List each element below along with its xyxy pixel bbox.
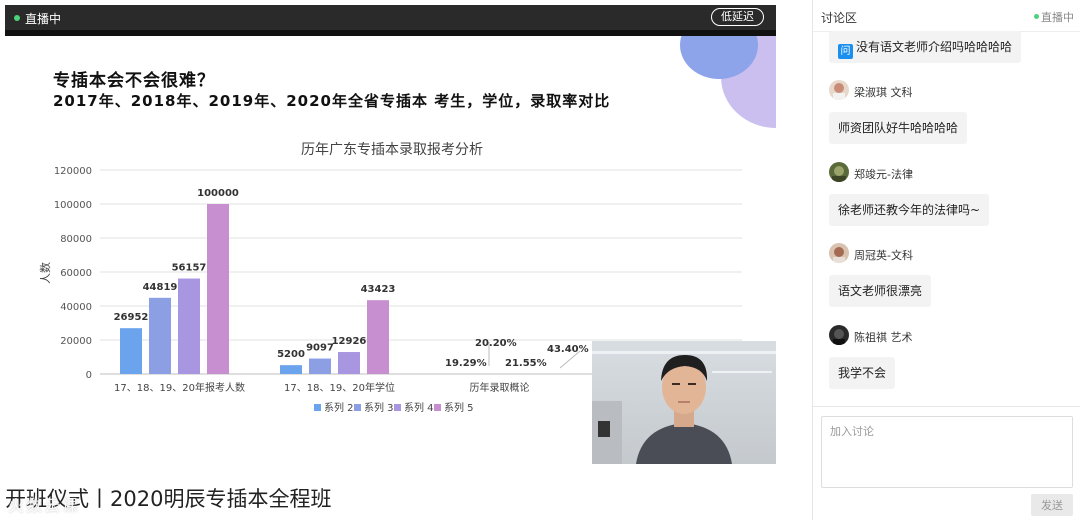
user-name: 周冠英-文科 xyxy=(854,249,913,262)
legend-label: 系列 5 xyxy=(444,401,474,414)
bar xyxy=(338,352,360,374)
message-text: 没有语文老师介绍吗哈哈哈哈 xyxy=(856,40,1013,54)
question-message: 问没有语文老师介绍吗哈哈哈哈 xyxy=(829,31,1022,63)
y-axis-ticks: 0 20000 40000 60000 80000 100000 120000 xyxy=(54,166,92,381)
bar-data-label: 9097 xyxy=(306,343,334,354)
bar xyxy=(367,300,389,374)
avatar xyxy=(829,162,849,182)
y-tick-label: 20000 xyxy=(60,336,92,347)
legend-label: 系列 2 xyxy=(324,401,354,414)
input-divider xyxy=(813,406,1080,407)
chat-message: 我学不会 xyxy=(829,357,896,389)
teacher-camera-feed xyxy=(592,341,776,464)
legend-swatch xyxy=(314,404,321,411)
y-tick-label: 40000 xyxy=(60,302,92,313)
low-latency-button[interactable]: 低延迟 xyxy=(711,8,764,26)
live-classroom-window: 直播中 低延迟 专插本会不会很难？ 2017年、2018年、2019年、2020… xyxy=(0,0,1080,520)
y-axis-label: 人数 xyxy=(39,262,52,284)
x-category-label: 17、18、19、20年学位 xyxy=(284,381,395,394)
user-name: 梁淑琪 文科 xyxy=(854,86,913,99)
y-tick-label: 80000 xyxy=(60,234,92,245)
y-tick-label: 0 xyxy=(86,370,92,381)
message-text: 徐老师还教今年的法律吗~ xyxy=(838,203,981,217)
question-icon: 问 xyxy=(838,44,853,59)
live-topbar: 直播中 低延迟 xyxy=(5,5,776,30)
live-indicator-dot xyxy=(1034,14,1039,19)
chat-message: 语文老师很漂亮 xyxy=(829,275,932,307)
legend-label: 系列 3 xyxy=(364,401,394,414)
bar xyxy=(309,358,331,374)
send-button[interactable]: 发送 xyxy=(1031,494,1073,516)
avatar xyxy=(829,325,849,345)
bar xyxy=(149,297,171,374)
discussion-input[interactable] xyxy=(821,416,1073,488)
presentation-slide: 专插本会不会很难？ 2017年、2018年、2019年、2020年全省专插本 考… xyxy=(5,36,776,464)
legend-swatch xyxy=(394,404,401,411)
platform-watermark: 火数云课 xyxy=(8,496,81,515)
legend-swatch xyxy=(434,404,441,411)
rate-data-label: 20.20% xyxy=(475,338,517,349)
user-name: 陈祖祺 艺术 xyxy=(854,331,913,344)
x-category-label: 历年录取概论 xyxy=(470,381,530,394)
chat-message: 师资团队好牛哈哈哈哈 xyxy=(829,112,968,144)
chat-message: 徐老师还教今年的法律吗~ xyxy=(829,194,990,226)
rate-data-label: 19.29% xyxy=(445,358,487,369)
x-category-label: 17、18、19、20年报考人数 xyxy=(114,381,245,394)
discussion-title: 讨论区 xyxy=(821,11,858,25)
live-indicator-dot xyxy=(14,15,20,21)
legend-label: 系列 4 xyxy=(404,401,434,414)
live-stream-area: 直播中 低延迟 专插本会不会很难？ 2017年、2018年、2019年、2020… xyxy=(0,0,780,520)
bar xyxy=(120,328,142,374)
bar-data-label: 100000 xyxy=(197,188,239,199)
y-tick-label: 120000 xyxy=(54,166,92,177)
bar xyxy=(280,365,302,374)
avatar xyxy=(829,243,849,263)
y-tick-label: 100000 xyxy=(54,200,92,211)
bar xyxy=(178,278,200,374)
x-axis-labels: 17、18、19、20年报考人数 17、18、19、20年学位 历年录取概论 xyxy=(114,381,529,394)
bar-data-label: 44819 xyxy=(143,282,178,293)
teacher-video-image xyxy=(592,341,776,464)
chart-title: 历年广东专插本录取报考分析 xyxy=(301,142,483,158)
message-text: 师资团队好牛哈哈哈哈 xyxy=(838,121,959,135)
bar-data-label: 5200 xyxy=(277,349,305,360)
bar-data-label: 56157 xyxy=(172,263,207,274)
discussion-header: 讨论区 直播中 xyxy=(813,0,1080,32)
bar-data-label: 43423 xyxy=(361,284,396,295)
live-status-text: 直播中 xyxy=(25,12,62,26)
user-name: 郑竣元-法律 xyxy=(854,168,913,181)
bar xyxy=(207,204,229,374)
avatar xyxy=(829,80,849,100)
discussion-panel: 讨论区 直播中 问没有语文老师介绍吗哈哈哈哈 梁淑琪 文科 师资团队好牛哈哈哈哈… xyxy=(812,0,1080,520)
discussion-live-status: 直播中 xyxy=(1041,11,1074,24)
bar-data-label: 12926 xyxy=(332,336,367,347)
message-text: 语文老师很漂亮 xyxy=(838,284,923,298)
rate-data-label: 21.55% xyxy=(505,358,547,369)
bar-data-label: 26952 xyxy=(114,312,149,323)
y-tick-label: 60000 xyxy=(60,268,92,279)
rate-data-label: 43.40% xyxy=(547,344,589,355)
message-text: 我学不会 xyxy=(838,366,887,380)
chart-legend: 系列 2 系列 3 系列 4 系列 5 xyxy=(314,401,474,414)
legend-swatch xyxy=(354,404,361,411)
